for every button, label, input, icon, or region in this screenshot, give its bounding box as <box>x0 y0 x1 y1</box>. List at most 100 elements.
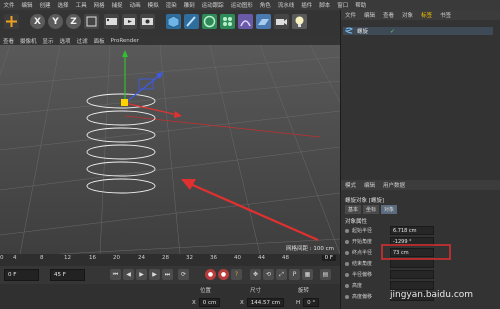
move-tool-icon[interactable] <box>4 14 19 29</box>
play-button[interactable]: ▶ <box>136 269 147 280</box>
menu-item-help[interactable]: 帮助 <box>352 1 370 9</box>
attr-subtab-coord[interactable]: 坐标 <box>363 205 380 214</box>
key-scale-button[interactable]: ⤢ <box>276 269 287 280</box>
obj-tab-file[interactable]: 文件 <box>341 11 360 19</box>
param-anim-dot-icon[interactable] <box>345 261 349 266</box>
obj-tab-bookmarks[interactable]: 书签 <box>436 11 455 19</box>
param-anim-dot-icon[interactable] <box>345 228 349 233</box>
menu-item-tools[interactable]: 工具 <box>72 1 90 9</box>
height-field[interactable] <box>390 281 434 290</box>
menu-item-mesh[interactable]: 网格 <box>90 1 108 9</box>
menu-item-render[interactable]: 渲染 <box>162 1 180 9</box>
rotation-h-field[interactable]: 0 ° <box>303 298 320 307</box>
coord-row-size: X 144.57 cm <box>240 298 285 307</box>
end-angle-field[interactable] <box>390 259 434 268</box>
menu-item-animate[interactable]: 动画 <box>126 1 144 9</box>
z-axis-lock-button[interactable]: Z <box>66 14 81 29</box>
timeline-tick: 36 <box>210 255 217 261</box>
obj-tab-tags[interactable]: 标签 <box>417 11 436 19</box>
timeline-tick: 4 <box>13 255 17 261</box>
param-anim-dot-icon[interactable] <box>345 239 349 244</box>
3d-viewport[interactable]: 网格间距 : 100 cm <box>0 45 340 254</box>
camera-icon[interactable] <box>274 14 289 29</box>
viewport-menu-view[interactable]: 查看 <box>0 37 17 45</box>
menu-item-character[interactable]: 角色 <box>256 1 274 9</box>
key-grid-button[interactable]: ▦ <box>302 269 313 280</box>
coordinate-system-icon[interactable] <box>84 14 99 29</box>
loop-button[interactable]: ⟳ <box>178 269 189 280</box>
menu-item-file[interactable]: 文件 <box>0 1 18 9</box>
param-start-radius: 起始半径 6.718 cm <box>345 226 495 235</box>
attr-tab-userdata[interactable]: 用户数据 <box>379 181 409 189</box>
end-frame-field[interactable]: 45 F <box>50 269 85 281</box>
viewport-menu-cameras[interactable]: 摄像机 <box>17 37 40 45</box>
menu-item-simulate[interactable]: 模拟 <box>144 1 162 9</box>
key-position-button[interactable]: ✥ <box>250 269 261 280</box>
param-height: 高度 <box>345 281 495 290</box>
param-anim-dot-icon[interactable] <box>345 272 349 277</box>
pen-spline-icon[interactable] <box>184 14 199 29</box>
menu-item-snap[interactable]: 捕捉 <box>108 1 126 9</box>
cube-object-icon[interactable] <box>166 14 181 29</box>
menu-item-pipeline[interactable]: 流水线 <box>274 1 298 9</box>
menu-item-create[interactable]: 创建 <box>36 1 54 9</box>
array-icon[interactable] <box>220 14 235 29</box>
previous-key-button[interactable]: ◀ <box>123 269 134 280</box>
param-anim-dot-icon[interactable] <box>345 283 349 288</box>
next-key-button[interactable]: ▶ <box>149 269 160 280</box>
key-rotation-button[interactable]: ⟲ <box>263 269 274 280</box>
render-settings-icon[interactable] <box>140 14 155 29</box>
timeline-tick: 44 <box>258 255 265 261</box>
radius-bias-field[interactable] <box>390 270 434 279</box>
object-name: 螺旋 <box>357 29 369 35</box>
menu-item-script[interactable]: 脚本 <box>316 1 334 9</box>
param-anim-dot-icon[interactable] <box>345 250 349 255</box>
record-keys-button[interactable]: ● <box>205 269 216 280</box>
render-picture-viewer-icon[interactable] <box>122 14 137 29</box>
attr-subtab-basic[interactable]: 基本 <box>345 205 362 214</box>
position-x-field[interactable]: 0 cm <box>198 298 221 307</box>
timeline-layout-icon[interactable]: ▤ <box>320 269 331 280</box>
menu-item-window[interactable]: 窗口 <box>334 1 352 9</box>
start-radius-field[interactable]: 6.718 cm <box>390 226 434 235</box>
subdivision-surface-icon[interactable] <box>202 14 217 29</box>
x-axis-lock-button[interactable]: X <box>30 14 45 29</box>
timeline-tick: 20 <box>113 255 120 261</box>
go-to-end-button[interactable]: ⏭ <box>162 269 173 280</box>
viewport-menu-prorender[interactable]: ProRender <box>108 38 142 44</box>
viewport-menu-filter[interactable]: 过滤 <box>74 37 91 45</box>
viewport-menu-options[interactable]: 选项 <box>57 37 74 45</box>
obj-tab-edit[interactable]: 编辑 <box>360 11 379 19</box>
menu-item-motion-tracking[interactable]: 运动跟踪 <box>198 1 227 9</box>
enabled-check-icon[interactable]: ✓ <box>390 28 395 35</box>
floor-icon[interactable] <box>256 14 271 29</box>
autokey-button[interactable]: ● <box>218 269 229 280</box>
render-view-icon[interactable] <box>104 14 119 29</box>
obj-tab-view[interactable]: 查看 <box>379 11 398 19</box>
menu-item-plugins[interactable]: 插件 <box>298 1 316 9</box>
menu-item-sculpt[interactable]: 雕刻 <box>180 1 198 9</box>
viewport-menu-panel[interactable]: 面板 <box>91 37 108 45</box>
menu-item-mograph[interactable]: 运动图形 <box>227 1 256 9</box>
timeline-tick: 0 <box>0 255 4 261</box>
obj-tab-objects[interactable]: 对象 <box>398 11 417 19</box>
size-x-field[interactable]: 144.57 cm <box>246 298 285 307</box>
attribute-object-title: 螺旋对象 [螺旋] <box>345 198 385 204</box>
param-anim-dot-icon[interactable] <box>345 294 349 299</box>
timeline-ruler[interactable]: 0 4 8 12 16 20 24 28 32 36 40 44 48 0 F <box>0 254 340 266</box>
start-frame-field[interactable]: 0 F <box>4 269 39 281</box>
key-param-button[interactable]: P <box>289 269 300 280</box>
go-to-start-button[interactable]: ⏮ <box>110 269 121 280</box>
keyframe-selection-icon[interactable]: ? <box>231 269 242 280</box>
y-axis-lock-button[interactable]: Y <box>48 14 63 29</box>
menu-item-select[interactable]: 选择 <box>54 1 72 9</box>
attr-tab-mode[interactable]: 模式 <box>341 181 360 189</box>
current-frame-field[interactable]: 0 F <box>321 255 336 261</box>
deformer-icon[interactable] <box>238 14 253 29</box>
attr-subtab-object[interactable]: 对象 <box>381 205 398 214</box>
object-row-helix[interactable]: 螺旋 ✓ <box>343 27 493 35</box>
attr-tab-edit[interactable]: 编辑 <box>360 181 379 189</box>
light-icon[interactable] <box>292 14 307 29</box>
viewport-menu-display[interactable]: 显示 <box>40 37 57 45</box>
menu-item-edit[interactable]: 编辑 <box>18 1 36 9</box>
